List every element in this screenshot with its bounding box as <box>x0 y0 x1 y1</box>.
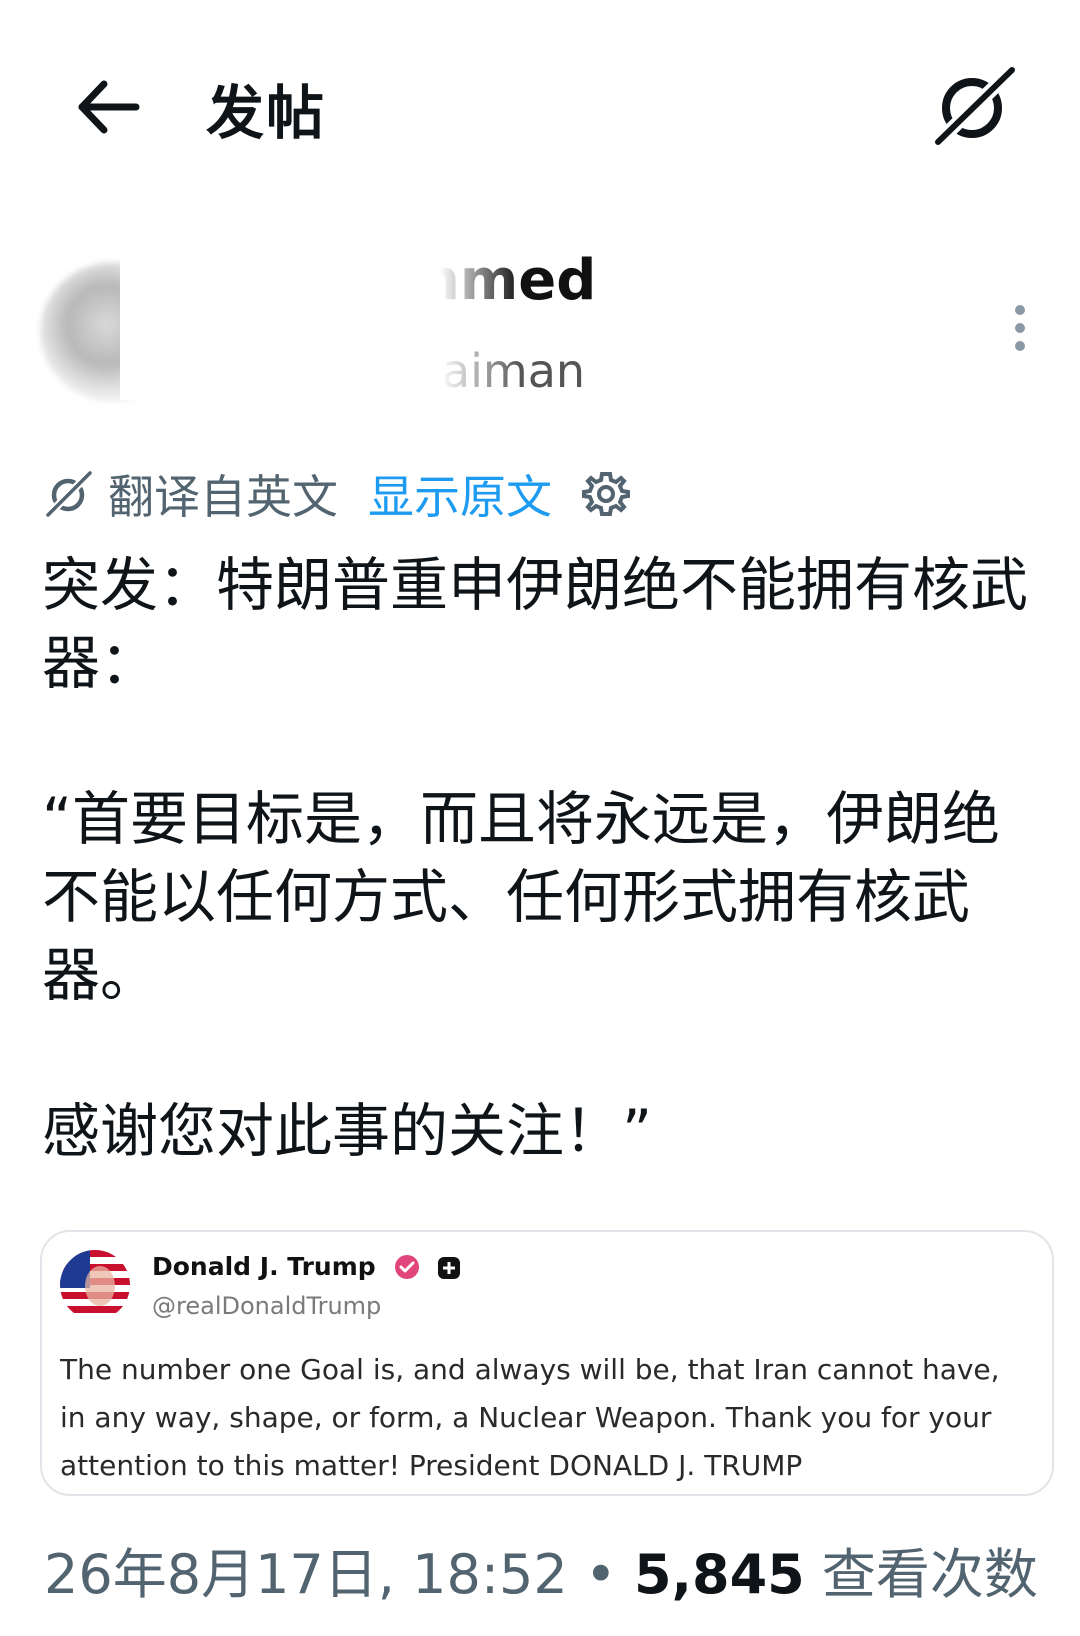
quoted-author-avatar <box>60 1250 130 1320</box>
plus-badge-icon <box>438 1257 461 1279</box>
post-meta-row: 26年8月17日, 18:52 • 5,845 查看次数 <box>44 1530 1038 1609</box>
quoted-author-handle: @realDonaldTrump <box>152 1292 382 1320</box>
show-original-link[interactable]: 显示原文 <box>368 461 552 527</box>
verified-badge-icon <box>395 1255 420 1279</box>
post-paragraph: “首要目标是，而且将永远是，伊朗绝不能以任何方式、任何形式拥有核武器。 <box>42 785 1001 1009</box>
more-options-button[interactable] <box>1005 300 1035 370</box>
arrow-left-icon <box>78 80 140 134</box>
views-count: 5,845 <box>633 1543 805 1606</box>
quoted-post-card[interactable]: Donald J. Trump @realDonaldTrump The num… <box>40 1230 1054 1496</box>
meta-separator: • <box>584 1543 617 1606</box>
translated-from-label: 翻译自英文 <box>108 470 338 524</box>
grok-icon <box>45 470 93 518</box>
quoted-author-name: Donald J. Trump <box>152 1252 376 1281</box>
gear-icon[interactable] <box>582 470 630 518</box>
quoted-post-text: The number one Goal is, and always will … <box>60 1353 1000 1482</box>
grok-button[interactable] <box>930 62 1020 152</box>
grok-icon <box>933 64 1017 148</box>
translation-row: 翻译自英文 显示原文 <box>44 462 630 526</box>
post-timestamp[interactable]: 26年8月17日, 18:52 <box>44 1543 568 1606</box>
post-paragraph: 感谢您对此事的关注！” <box>42 1097 653 1165</box>
redaction-blur <box>120 250 520 400</box>
views-label: 查看次数 <box>821 1543 1038 1606</box>
back-button[interactable] <box>74 72 144 142</box>
page-title: 发帖 <box>206 79 327 147</box>
quoted-author-name-row: Donald J. Trump <box>152 1252 461 1281</box>
more-vertical-icon <box>1015 305 1025 351</box>
post-body: 突发：特朗普重申伊朗绝不能拥有核武器： “首要目标是，而且将永远是，伊朗绝不能以… <box>42 546 1042 1248</box>
post-paragraph: 突发：特朗普重申伊朗绝不能拥有核武器： <box>42 551 1029 697</box>
top-bar: 发帖 <box>0 0 1080 200</box>
